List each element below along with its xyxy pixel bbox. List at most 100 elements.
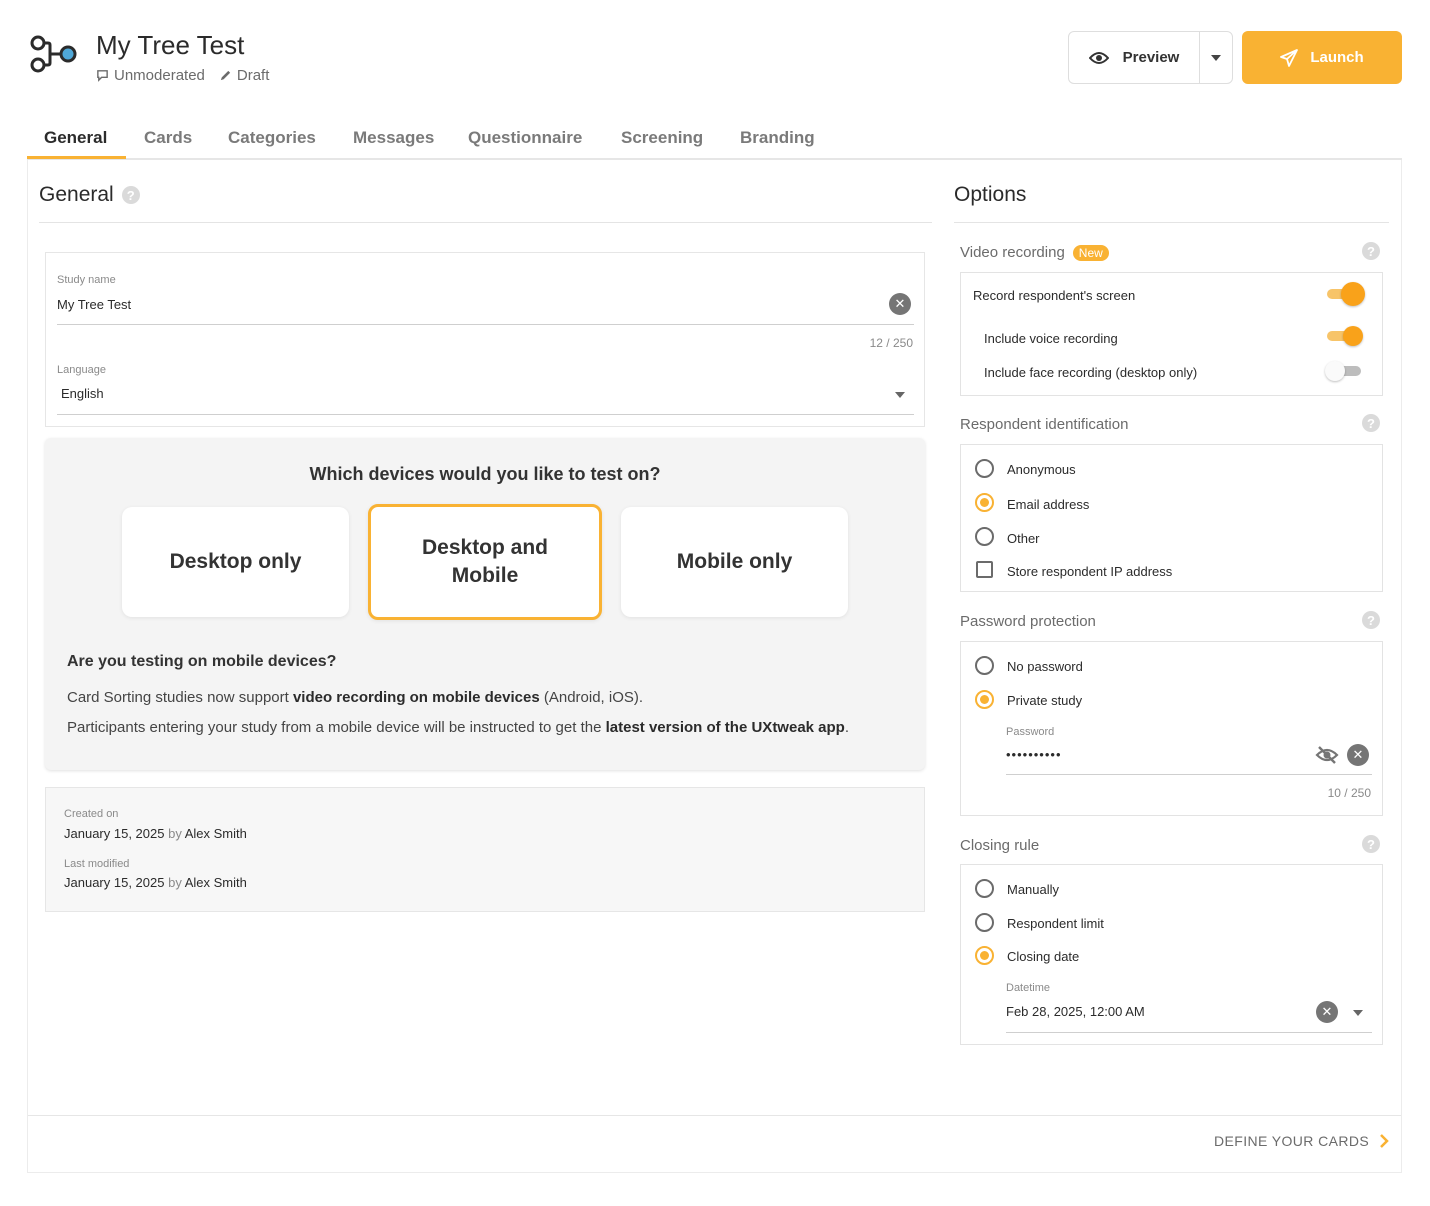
general-section-title: General ? xyxy=(39,183,140,207)
identification-heading: Respondent identification xyxy=(960,416,1129,433)
radio-other[interactable] xyxy=(975,527,994,546)
study-status-label: Draft xyxy=(236,67,270,84)
define-cards-link[interactable]: DEFINE YOUR CARDS xyxy=(1214,1133,1389,1149)
clear-icon[interactable]: ✕ xyxy=(1316,1001,1338,1023)
video-recording-title: Video recording xyxy=(960,244,1065,261)
language-select[interactable]: English xyxy=(61,386,901,401)
clear-icon[interactable]: ✕ xyxy=(1347,744,1369,766)
datetime-input[interactable]: Feb 28, 2025, 12:00 AM xyxy=(1006,1004,1296,1019)
toggle-knob xyxy=(1325,361,1345,381)
radio-anonymous[interactable] xyxy=(975,459,994,478)
mobile-paragraph-1: Card Sorting studies now support video r… xyxy=(67,689,643,706)
mobile-p1-end: (Android, iOS). xyxy=(539,689,644,706)
tab-bar: General Cards Categories Messages Questi… xyxy=(27,116,1402,160)
paper-plane-icon xyxy=(1280,48,1299,67)
pencil-icon xyxy=(220,70,231,81)
launch-button[interactable]: Launch xyxy=(1242,31,1402,84)
created-label: Created on xyxy=(64,808,119,820)
options-divider xyxy=(954,222,1389,223)
preview-button[interactable]: Preview xyxy=(1069,32,1199,83)
tab-general[interactable]: General xyxy=(44,128,107,148)
mobile-paragraph-2: Participants entering your study from a … xyxy=(67,719,849,736)
define-cards-label: DEFINE YOUR CARDS xyxy=(1214,1133,1370,1149)
study-name-counter: 12 / 250 xyxy=(869,336,913,350)
radio-private-study[interactable] xyxy=(975,690,994,709)
video-recording-heading: Video recording New xyxy=(960,244,1109,261)
password-input[interactable]: •••••••••• xyxy=(1006,747,1306,762)
mobile-p2-bold: latest version of the UXtweak app xyxy=(605,719,845,736)
tab-categories[interactable]: Categories xyxy=(228,128,316,148)
closing-rule-box: Manually Respondent limit Closing date D… xyxy=(960,864,1383,1045)
created-user: Alex Smith xyxy=(184,826,247,841)
mobile-p1-bold: video recording on mobile devices xyxy=(292,689,540,706)
footer-divider xyxy=(28,1115,1401,1116)
password-field-label: Password xyxy=(1006,726,1055,738)
modified-date: January 15, 2025 xyxy=(64,875,165,890)
device-selection-panel: Which devices would you like to test on?… xyxy=(45,438,925,770)
radio-respondent-limit[interactable] xyxy=(975,913,994,932)
email-address-label: Email address xyxy=(1007,497,1090,512)
general-title-text: General xyxy=(39,183,114,206)
help-icon[interactable]: ? xyxy=(1362,414,1380,432)
clear-icon[interactable]: ✕ xyxy=(889,293,911,315)
device-question: Which devices would you like to test on? xyxy=(309,464,661,484)
tab-branding[interactable]: Branding xyxy=(740,128,815,148)
mobile-p1-text: Card Sorting studies now support xyxy=(67,689,293,706)
study-mode: Unmoderated xyxy=(96,67,205,84)
password-counter: 10 / 250 xyxy=(1327,786,1371,800)
help-icon[interactable]: ? xyxy=(1362,835,1380,853)
tab-questionnaire[interactable]: Questionnaire xyxy=(468,128,582,148)
eye-off-icon[interactable] xyxy=(1315,745,1339,765)
radio-no-password[interactable] xyxy=(975,656,994,675)
mobile-p2-text: Participants entering your study from a … xyxy=(67,719,606,736)
mobile-p2-end: . xyxy=(844,719,850,736)
chevron-down-icon[interactable] xyxy=(1353,1010,1363,1016)
preview-button-group: Preview xyxy=(1068,31,1233,84)
study-subline: Unmoderated Draft xyxy=(96,67,269,84)
chevron-right-icon xyxy=(1380,1134,1389,1148)
help-icon[interactable]: ? xyxy=(1362,242,1380,260)
chevron-down-icon xyxy=(1211,54,1221,61)
password-underline xyxy=(1006,774,1372,775)
tab-messages[interactable]: Messages xyxy=(353,128,434,148)
store-ip-checkbox[interactable] xyxy=(976,561,993,578)
help-icon[interactable]: ? xyxy=(121,186,140,204)
mobile-heading: Are you testing on mobile devices? xyxy=(67,653,337,670)
manually-label: Manually xyxy=(1007,882,1060,897)
face-recording-toggle[interactable] xyxy=(1325,361,1361,381)
eye-icon xyxy=(1088,51,1109,64)
radio-manually[interactable] xyxy=(975,879,994,898)
study-meta-box: Created on January 15, 2025 by Alex Smit… xyxy=(45,787,925,912)
respondent-limit-label: Respondent limit xyxy=(1007,916,1104,931)
voice-recording-toggle[interactable] xyxy=(1327,326,1363,346)
datetime-label: Datetime xyxy=(1006,982,1051,994)
preview-dropdown-button[interactable] xyxy=(1199,32,1232,83)
language-label: Language xyxy=(57,364,106,376)
modified-by: by xyxy=(168,875,182,890)
help-icon[interactable]: ? xyxy=(1362,611,1380,629)
chevron-down-icon[interactable] xyxy=(895,392,905,398)
preview-label: Preview xyxy=(1122,49,1180,66)
modified-value: January 15, 2025 by Alex Smith xyxy=(64,875,247,890)
device-option-desktop-only[interactable]: Desktop only xyxy=(122,507,349,617)
record-screen-toggle[interactable] xyxy=(1327,282,1365,306)
device-option-desktop-and-mobile[interactable]: Desktop and Mobile xyxy=(368,504,602,620)
toggle-knob xyxy=(1341,282,1365,306)
tree-logo-icon xyxy=(30,34,78,74)
device-option-label: Desktop and Mobile xyxy=(422,534,548,590)
study-name-input[interactable]: My Tree Test xyxy=(57,297,877,312)
device-option-label-line2: Mobile xyxy=(451,564,519,587)
study-status: Draft xyxy=(219,67,270,84)
password-heading: Password protection xyxy=(960,613,1096,630)
radio-closing-date[interactable] xyxy=(975,946,994,965)
video-recording-box: Record respondent's screen Include voice… xyxy=(960,272,1383,396)
tab-screening[interactable]: Screening xyxy=(621,128,703,148)
tab-cards[interactable]: Cards xyxy=(144,128,192,148)
device-option-mobile-only[interactable]: Mobile only xyxy=(621,507,848,617)
password-box: No password Private study Password •••••… xyxy=(960,641,1383,816)
radio-email-address[interactable] xyxy=(975,493,994,512)
toggle-knob xyxy=(1343,326,1363,346)
identification-box: Anonymous Email address Other Store resp… xyxy=(960,444,1383,592)
options-section-title: Options xyxy=(954,183,1027,206)
voice-recording-label: Include voice recording xyxy=(984,331,1118,346)
